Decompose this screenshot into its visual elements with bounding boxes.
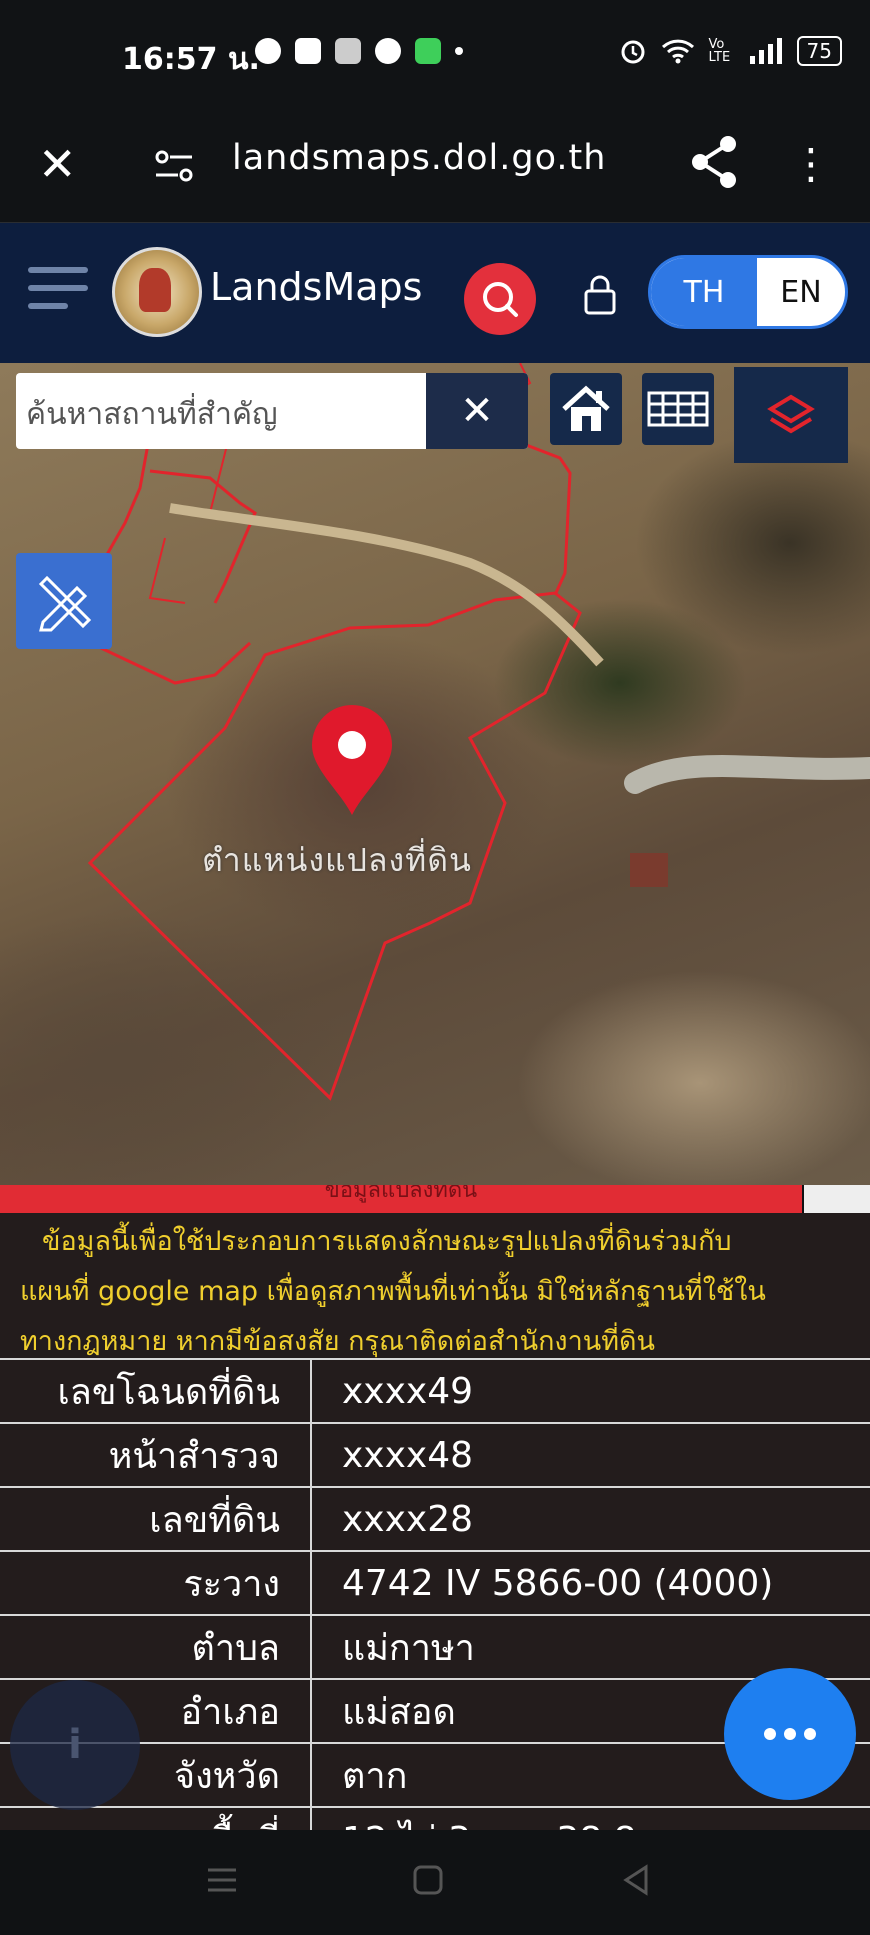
table-row: เลขโฉนดที่ดิน xxxx49	[0, 1358, 870, 1423]
grab-merchant-icon	[335, 38, 361, 64]
dol-seal-logo	[112, 247, 202, 337]
layers-icon	[767, 394, 815, 434]
row-key: เลขโฉนดที่ดิน	[0, 1358, 312, 1423]
battery-indicator: 75	[796, 36, 842, 66]
home-button[interactable]	[550, 373, 622, 445]
messenger-icon	[255, 38, 281, 64]
browser-toolbar: ✕ landsmaps.dol.go.th ⋮	[0, 110, 870, 223]
system-icons: Vo LTE 75	[619, 36, 842, 66]
search-button[interactable]	[464, 263, 536, 335]
grid-icon	[647, 391, 709, 427]
status-bar: 16:57 น. Vo LTE 75	[0, 0, 870, 110]
row-value: xxxx49	[311, 1358, 870, 1423]
brand-name: LandsMaps	[210, 265, 423, 309]
ruler-pencil-icon	[38, 575, 92, 632]
row-key: ระวาง	[0, 1550, 312, 1615]
draw-measure-button[interactable]	[16, 553, 112, 649]
home-nav-icon[interactable]	[412, 1864, 444, 1896]
lang-th-option[interactable]: TH	[651, 258, 757, 326]
chat-app-icon	[415, 38, 441, 64]
home-icon	[562, 385, 610, 431]
more-options-icon[interactable]: ⋮	[790, 134, 832, 194]
close-tab-button[interactable]: ✕	[38, 134, 77, 194]
partner-app-icon	[295, 38, 321, 64]
table-row: หน้าสำรวจ xxxx48	[0, 1422, 870, 1487]
line-icon	[375, 38, 401, 64]
notice-line-1: ข้อมูลนี้เพื่อใช้ประกอบการแสดงลักษณะรูปแ…	[42, 1226, 732, 1257]
menu-icon[interactable]	[28, 267, 88, 313]
notice-line-2: แผนที่ google map เพื่อดูสภาพพื้นที่เท่า…	[20, 1276, 766, 1307]
volte-label: Vo LTE	[708, 37, 731, 65]
parcel-info-header-text: ข้อมูลแปลงที่ดิน	[324, 1185, 478, 1203]
app-header: LandsMaps TH EN	[0, 223, 870, 363]
dots-icon	[760, 1725, 820, 1744]
legal-notice: ข้อมูลนี้เพื่อใช้ประกอบการแสดงลักษณะรูปแ…	[0, 1213, 870, 1367]
table-row: ระวาง 4742 IV 5866-00 (4000)	[0, 1550, 870, 1615]
lock-icon[interactable]	[580, 271, 620, 319]
parcel-info-header: ข้อมูลแปลงที่ดิน	[0, 1185, 802, 1213]
row-key: ตำบล	[0, 1614, 312, 1679]
back-nav-icon[interactable]	[620, 1864, 652, 1896]
url-text[interactable]: landsmaps.dol.go.th	[232, 138, 606, 178]
wifi-icon	[661, 39, 694, 64]
satellite-map[interactable]: ค้นหาสถานที่สำคัญ ✕ ตำแหน่งแปลงที่ดิน	[0, 363, 870, 1185]
row-key: เลขที่ดิน	[0, 1486, 312, 1551]
layers-button[interactable]	[734, 367, 848, 463]
status-time: 16:57 น.	[122, 42, 260, 77]
info-button[interactable]: i	[10, 1680, 140, 1810]
row-value: 4742 IV 5866-00 (4000)	[311, 1550, 870, 1615]
lang-en-option[interactable]: EN	[757, 258, 845, 326]
table-row: เลขที่ดิน xxxx28	[0, 1486, 870, 1551]
more-actions-fab[interactable]	[724, 1668, 856, 1800]
share-icon[interactable]	[688, 132, 740, 192]
parcel-location-label: ตำแหน่งแปลงที่ดิน	[202, 841, 472, 879]
recent-apps-icon[interactable]	[206, 1864, 238, 1896]
language-toggle[interactable]: TH EN	[648, 255, 848, 329]
notification-icons	[255, 38, 463, 64]
info-icon: i	[68, 1722, 82, 1768]
search-placeholder[interactable]: ค้นหาสถานที่สำคัญ	[26, 391, 278, 438]
header-scroll-end	[804, 1185, 870, 1213]
landmark-search-box[interactable]: ค้นหาสถานที่สำคัญ ✕	[16, 373, 528, 449]
alarm-icon	[621, 40, 645, 64]
parcel-boundaries	[63, 363, 870, 1101]
signal-icon	[749, 38, 782, 64]
row-key: หน้าสำรวจ	[0, 1422, 312, 1487]
search-icon	[483, 282, 518, 317]
clear-search-button[interactable]: ✕	[426, 373, 528, 449]
table-row: ตำบล แม่กาษา	[0, 1614, 870, 1679]
system-nav-bar	[0, 1830, 870, 1935]
more-notifications-dot	[455, 47, 463, 55]
grid-button[interactable]	[642, 373, 714, 445]
site-settings-icon[interactable]	[154, 148, 194, 184]
row-value: xxxx28	[311, 1486, 870, 1551]
row-value: xxxx48	[311, 1422, 870, 1487]
map-pin-icon[interactable]	[310, 703, 394, 817]
parcel-info-table: เลขโฉนดที่ดิน xxxx49 หน้าสำรวจ xxxx48 เลขท…	[0, 1358, 870, 1870]
